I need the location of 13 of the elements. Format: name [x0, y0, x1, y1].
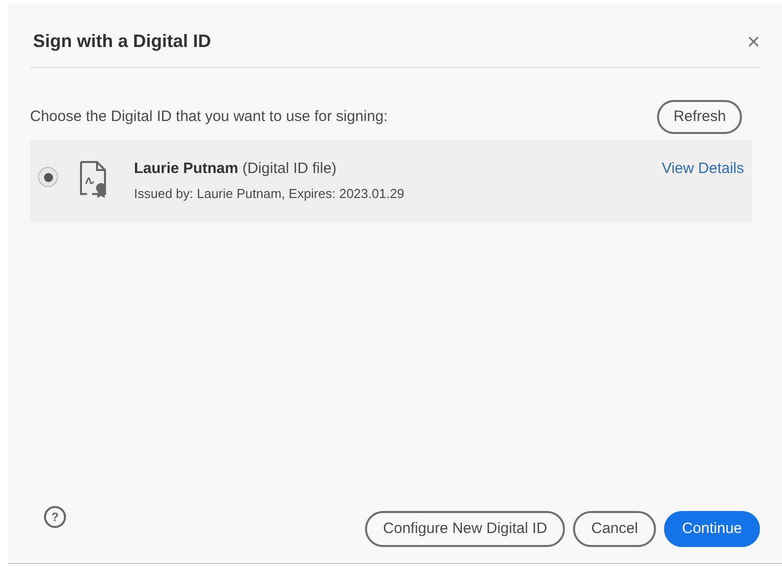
- dialog-button[interactable]: Configure New Digital ID: [365, 511, 566, 547]
- close-button[interactable]: ×: [747, 30, 760, 52]
- digital-id-name: Laurie Putnam (Digital ID file): [134, 159, 338, 179]
- help-icon[interactable]: ?: [44, 506, 66, 528]
- refresh-button[interactable]: Refresh: [657, 100, 742, 134]
- digital-id-row[interactable]: Laurie Putnam (Digital ID file) Issued by: Laurie Putnam, Expires: 2023.01.29 View Details: [30, 140, 752, 222]
- prompt-text: Choose the Digital ID that you want to use for signing:: [30, 106, 388, 127]
- view-details-link[interactable]: View Details: [662, 158, 744, 180]
- continue-button[interactable]: Continue: [664, 511, 760, 547]
- dialog-button[interactable]: Cancel: [573, 511, 656, 547]
- radio-button[interactable]: [38, 167, 58, 187]
- digital-id-issuer: Issued by: Laurie Putnam, Expires: 2023.01.29: [134, 184, 406, 203]
- dialog-title: Sign with a Digital ID: [32, 30, 212, 53]
